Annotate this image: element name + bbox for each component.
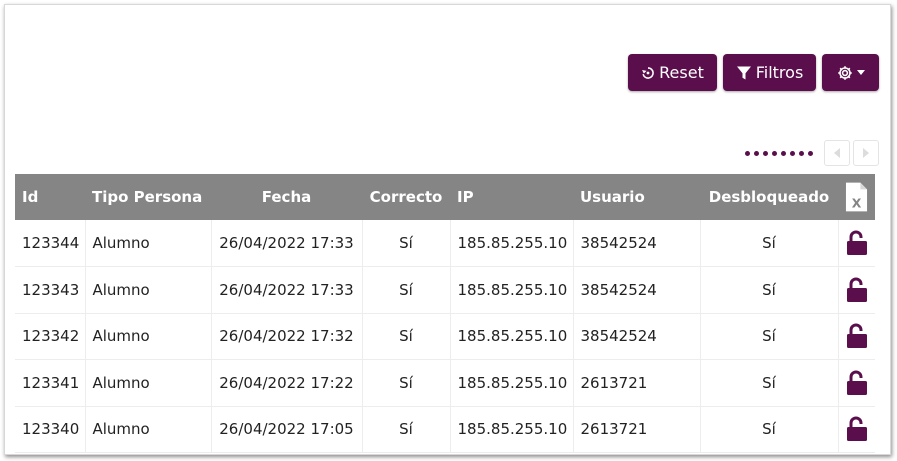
cell-fecha: 26/04/2022 17:33 bbox=[211, 220, 363, 267]
column-header-usuario[interactable]: Usuario bbox=[573, 174, 700, 220]
page-dot[interactable] bbox=[799, 150, 804, 156]
table-row[interactable]: 123340 Alumno 26/04/2022 17:05 Sí 185.85… bbox=[15, 406, 875, 453]
cell-id: 123343 bbox=[15, 266, 86, 314]
excel-file-icon[interactable]: X bbox=[845, 181, 868, 213]
cell-desbloqueado: Sí bbox=[700, 266, 839, 314]
table-row[interactable]: 123342 Alumno 26/04/2022 17:32 Sí 185.85… bbox=[15, 313, 875, 360]
cell-ip: 185.85.255.10 bbox=[450, 266, 574, 314]
column-header-ip[interactable]: IP bbox=[450, 174, 573, 220]
page-dot[interactable] bbox=[772, 150, 777, 156]
cell-usuario: 2613721 bbox=[573, 406, 701, 453]
cell-action bbox=[838, 359, 875, 407]
page-dot[interactable] bbox=[754, 150, 759, 156]
cell-desbloqueado: Sí bbox=[700, 406, 839, 453]
cell-usuario: 2613721 bbox=[573, 359, 701, 407]
filtros-button[interactable]: Filtros bbox=[723, 54, 816, 91]
table-row[interactable]: 123344 Alumno 26/04/2022 17:33 Sí 185.85… bbox=[15, 220, 875, 267]
svg-text:X: X bbox=[852, 196, 862, 211]
caret-down-icon bbox=[856, 70, 865, 75]
unlock-icon[interactable] bbox=[846, 230, 869, 256]
column-header-id[interactable]: Id bbox=[15, 174, 85, 220]
cell-correcto: Sí bbox=[362, 359, 451, 407]
column-header-fecha[interactable]: Fecha bbox=[211, 174, 362, 220]
unlock-icon[interactable] bbox=[846, 323, 869, 349]
cell-id: 123344 bbox=[15, 220, 86, 267]
page-dot[interactable] bbox=[745, 150, 750, 156]
cell-ip: 185.85.255.10 bbox=[450, 359, 574, 407]
cell-action bbox=[838, 406, 875, 453]
cell-fecha: 26/04/2022 17:22 bbox=[211, 359, 363, 407]
cell-ip: 185.85.255.10 bbox=[450, 313, 574, 360]
prev-page-button[interactable] bbox=[824, 140, 850, 166]
cell-usuario: 38542524 bbox=[573, 266, 701, 314]
cell-fecha: 26/04/2022 17:05 bbox=[211, 406, 363, 453]
cell-id: 123342 bbox=[15, 313, 86, 360]
gear-icon bbox=[837, 65, 853, 81]
cell-usuario: 38542524 bbox=[573, 313, 701, 360]
page-dot[interactable] bbox=[781, 150, 786, 156]
caret-left-icon bbox=[834, 148, 840, 158]
unlock-icon[interactable] bbox=[846, 277, 869, 303]
cell-correcto: Sí bbox=[362, 266, 451, 314]
page-dot[interactable] bbox=[763, 150, 768, 156]
export-excel-cell[interactable]: X bbox=[838, 174, 875, 220]
unlock-icon[interactable] bbox=[846, 370, 869, 396]
cell-usuario: 38542524 bbox=[573, 220, 701, 267]
caret-right-icon bbox=[863, 148, 869, 158]
cell-tipo-persona: Alumno bbox=[85, 406, 212, 453]
unlock-icon[interactable] bbox=[846, 416, 869, 442]
table-row[interactable]: 123343 Alumno 26/04/2022 17:33 Sí 185.85… bbox=[15, 266, 875, 314]
next-page-button[interactable] bbox=[853, 140, 879, 166]
reset-label: Reset bbox=[659, 63, 704, 82]
page-dot[interactable] bbox=[808, 150, 813, 156]
cell-ip: 185.85.255.10 bbox=[450, 220, 574, 267]
column-header-tipo-persona[interactable]: Tipo Persona bbox=[85, 174, 211, 220]
login-log-table: Id Tipo Persona Fecha Correcto IP Usuari… bbox=[15, 174, 875, 453]
cell-fecha: 26/04/2022 17:33 bbox=[211, 266, 363, 314]
cell-correcto: Sí bbox=[362, 313, 451, 360]
cell-tipo-persona: Alumno bbox=[85, 220, 212, 267]
cell-correcto: Sí bbox=[362, 406, 451, 453]
panel: Reset Filtros Id Tipo Persona Fecha Corr… bbox=[4, 4, 891, 455]
cell-desbloqueado: Sí bbox=[700, 220, 839, 267]
column-header-desbloqueado[interactable]: Desbloqueado bbox=[700, 174, 838, 220]
cell-action bbox=[838, 266, 875, 314]
reset-button[interactable]: Reset bbox=[628, 54, 717, 91]
page-dot[interactable] bbox=[790, 150, 795, 156]
cell-tipo-persona: Alumno bbox=[85, 359, 212, 407]
table-header-row: Id Tipo Persona Fecha Correcto IP Usuari… bbox=[15, 174, 875, 220]
filtros-label: Filtros bbox=[755, 63, 804, 82]
history-icon bbox=[641, 66, 655, 80]
filter-icon bbox=[736, 65, 752, 81]
column-header-correcto[interactable]: Correcto bbox=[362, 174, 450, 220]
cell-id: 123340 bbox=[15, 406, 86, 453]
cell-correcto: Sí bbox=[362, 220, 451, 267]
toolbar: Reset Filtros bbox=[628, 54, 879, 91]
cell-tipo-persona: Alumno bbox=[85, 313, 212, 360]
cell-tipo-persona: Alumno bbox=[85, 266, 212, 314]
settings-dropdown-button[interactable] bbox=[822, 54, 879, 91]
table-row[interactable]: 123341 Alumno 26/04/2022 17:22 Sí 185.85… bbox=[15, 359, 875, 407]
pagination bbox=[745, 140, 879, 166]
cell-desbloqueado: Sí bbox=[700, 359, 839, 407]
cell-fecha: 26/04/2022 17:32 bbox=[211, 313, 363, 360]
cell-action bbox=[838, 220, 875, 267]
cell-desbloqueado: Sí bbox=[700, 313, 839, 360]
page-dots bbox=[745, 150, 813, 156]
cell-ip: 185.85.255.10 bbox=[450, 406, 574, 453]
cell-id: 123341 bbox=[15, 359, 86, 407]
cell-action bbox=[838, 313, 875, 360]
